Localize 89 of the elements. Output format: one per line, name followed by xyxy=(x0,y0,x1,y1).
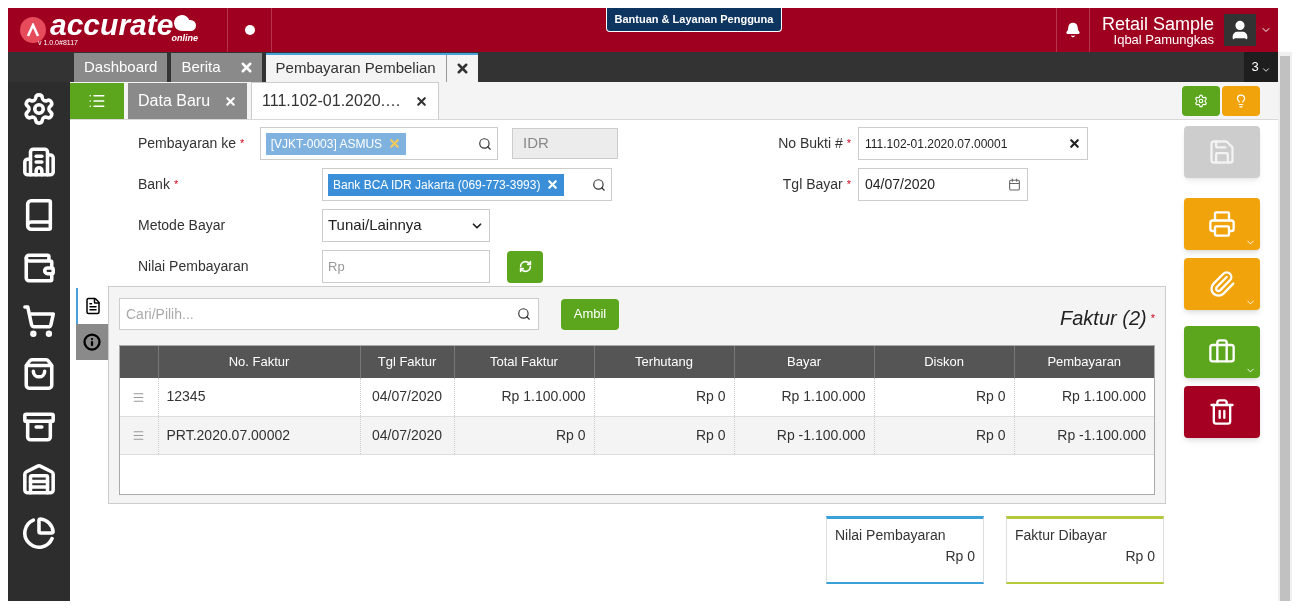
date-field[interactable]: 04/07/2020 xyxy=(858,168,1028,201)
required-mark: * xyxy=(240,136,245,152)
table-cell: Rp 0 xyxy=(594,416,734,454)
table-cell: Rp 0 xyxy=(454,416,594,454)
field-label: Pembayaran ke xyxy=(138,134,237,153)
text-field[interactable]: 111.102-01.2020.07.00001 xyxy=(858,127,1088,160)
logo-icon xyxy=(20,17,46,43)
refresh-button[interactable] xyxy=(507,250,543,283)
help-button[interactable]: Bantuan & Layanan Pengguna xyxy=(605,8,783,32)
drag-handle-icon[interactable] xyxy=(132,429,146,443)
cabinet-icon[interactable] xyxy=(22,410,56,444)
info-tab[interactable] xyxy=(76,324,108,360)
required-mark: * xyxy=(1150,310,1155,326)
trash-icon xyxy=(1208,398,1236,426)
table-cell: Rp 0 xyxy=(874,416,1014,454)
tools-button[interactable] xyxy=(1184,326,1260,378)
search-icon[interactable] xyxy=(478,136,492,151)
invoice-title: Faktur (2) xyxy=(1060,306,1147,331)
refresh-icon xyxy=(518,260,532,273)
cart-icon[interactable] xyxy=(22,304,56,338)
table-cell: Rp -1.100.000 xyxy=(1014,416,1154,454)
logo-subtitle: online xyxy=(171,32,198,45)
field-label: Bank xyxy=(138,175,170,194)
wallet-icon[interactable] xyxy=(22,251,56,285)
close-icon[interactable] xyxy=(415,94,429,108)
list-icon xyxy=(88,92,106,110)
table-cell: Rp 0 xyxy=(874,378,1014,416)
remove-icon[interactable] xyxy=(546,178,560,191)
pie-chart-icon[interactable] xyxy=(22,516,56,550)
required-mark: * xyxy=(846,136,851,152)
drag-handle-icon[interactable] xyxy=(132,391,146,405)
bell-icon[interactable] xyxy=(1064,22,1081,38)
field-label: No Bukti # xyxy=(778,134,843,153)
field-label: Metode Bayar xyxy=(138,216,226,235)
table-cell: 04/07/2020 xyxy=(360,378,454,416)
table-cell: Rp 1.100.000 xyxy=(1014,378,1154,416)
tab-count[interactable]: 3 xyxy=(1244,52,1278,82)
field-label: Tgl Bayar xyxy=(782,175,843,194)
search-icon[interactable] xyxy=(517,307,531,321)
table-cell: PRT.2020.07.00002 xyxy=(158,416,360,454)
table-cell: Rp 1.100.000 xyxy=(454,378,594,416)
selected-tag: Bank BCA IDR Jakarta (069-773-3993) xyxy=(328,173,565,196)
user-name: Iqbal Pamungkas xyxy=(1113,32,1214,46)
calendar-icon[interactable] xyxy=(1008,178,1021,191)
table-cell: 04/07/2020 xyxy=(360,416,454,454)
column-header: Tgl Faktur xyxy=(360,346,454,378)
dropdown[interactable]: Tunai/Lainnya xyxy=(322,209,490,242)
avatar-icon[interactable] xyxy=(1224,14,1256,46)
settings-icon xyxy=(1194,94,1208,108)
shopping-bag-icon[interactable] xyxy=(22,357,56,391)
table-cell: 12345 xyxy=(158,378,360,416)
settings-button[interactable] xyxy=(1182,86,1220,116)
summary-value: Rp 0 xyxy=(1125,547,1155,566)
tab[interactable]: Pembayaran Pembelian xyxy=(265,53,478,82)
search-icon[interactable] xyxy=(592,177,606,192)
field-label: Nilai Pembayaran xyxy=(138,257,249,276)
handle-column-header xyxy=(120,346,158,378)
summary-label: Nilai Pembayaran xyxy=(835,526,947,545)
required-mark: * xyxy=(173,177,179,193)
currency-field: IDR xyxy=(512,128,618,159)
summary-label: Faktur Dibayar xyxy=(1015,526,1108,545)
column-header: Bayar xyxy=(734,346,874,378)
search-field[interactable]: Cari/Pilih... xyxy=(119,298,539,330)
amount-field[interactable]: Rp xyxy=(322,250,490,283)
clear-icon[interactable] xyxy=(1068,137,1081,150)
warehouse-icon[interactable] xyxy=(22,463,56,497)
paperclip-icon xyxy=(1208,270,1236,298)
column-header: Total Faktur xyxy=(454,346,594,378)
printer-icon xyxy=(1208,210,1236,238)
caret-icon xyxy=(1260,65,1271,75)
building-icon[interactable] xyxy=(22,145,56,179)
column-header: Diskon xyxy=(874,346,1014,378)
column-header: Terhutang xyxy=(594,346,734,378)
tab[interactable]: 111.102-01.2020.… xyxy=(251,82,440,119)
delete-button[interactable] xyxy=(1184,386,1260,438)
selected-tag: [VJKT-0003] ASMUS xyxy=(265,132,407,155)
table-cell: Rp 1.100.000 xyxy=(734,378,874,416)
briefcase-icon xyxy=(1208,338,1236,366)
info-icon xyxy=(83,333,101,351)
required-mark: * xyxy=(846,177,851,193)
company-name: Retail Sample xyxy=(1101,14,1214,33)
document-icon xyxy=(84,297,102,315)
gear-icon[interactable] xyxy=(22,92,56,126)
summary-value: Rp 0 xyxy=(945,547,975,566)
column-header: No. Faktur xyxy=(158,346,360,378)
table-cell: Rp 0 xyxy=(594,378,734,416)
table-cell: Rp -1.100.000 xyxy=(734,416,874,454)
column-header: Pembayaran xyxy=(1014,346,1154,378)
lightbulb-icon xyxy=(1234,94,1248,108)
